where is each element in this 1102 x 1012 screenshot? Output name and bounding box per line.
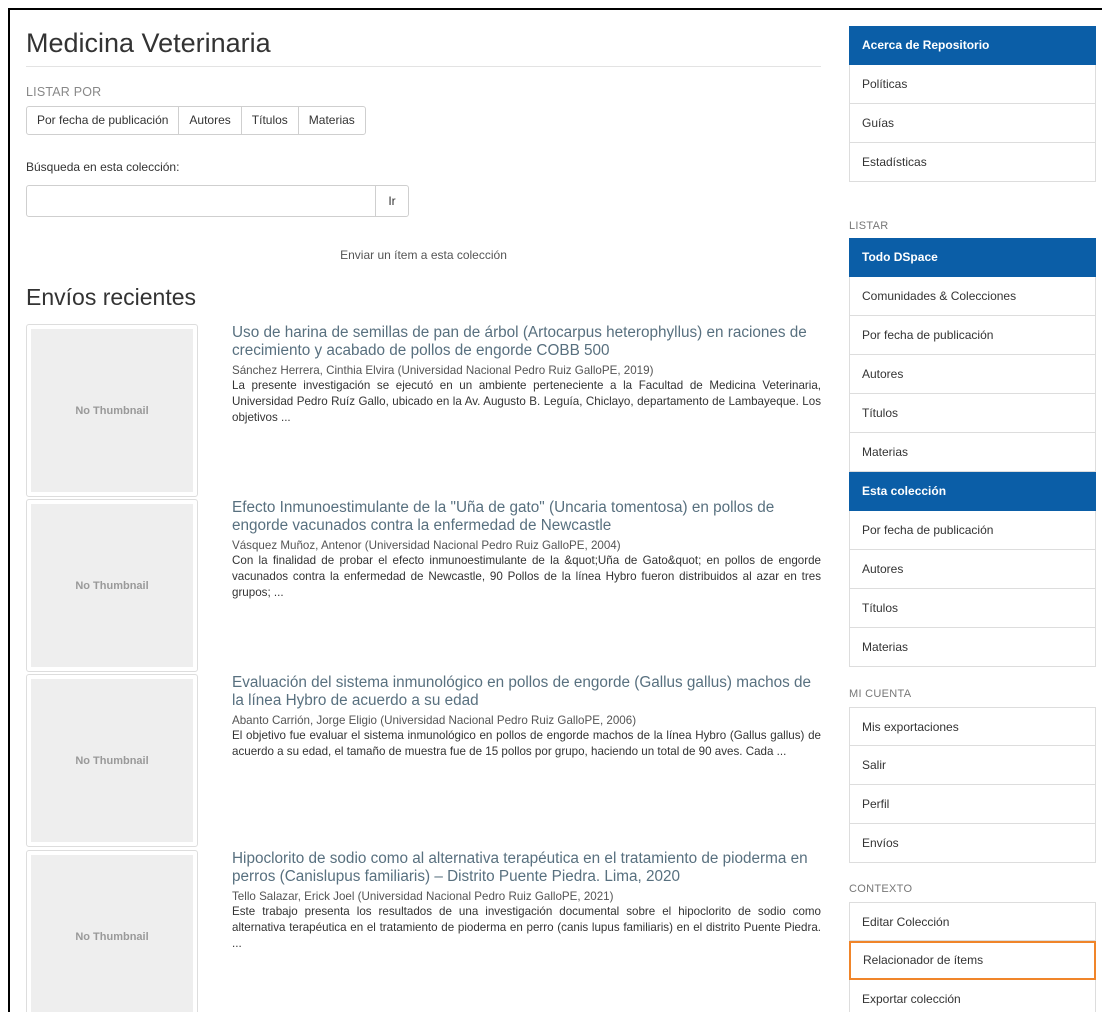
item-title-link[interactable]: Efecto Inmunoestimulante de la "Uña de g… bbox=[232, 499, 821, 535]
account-menu: Mis exportaciones Salir Perfil Envíos bbox=[849, 707, 1096, 863]
item-abstract: Con la finalidad de probar el efecto inm… bbox=[232, 554, 821, 599]
item-abstract: El objetivo fue evaluar el sistema inmun… bbox=[232, 729, 821, 758]
sidebar-item-all-titles[interactable]: Títulos bbox=[849, 394, 1096, 433]
item-title-link[interactable]: Evaluación del sistema inmunológico en p… bbox=[232, 674, 821, 710]
search-label: Búsqueda en esta colección: bbox=[26, 160, 180, 174]
list-item: No Thumbnail Evaluación del sistema inmu… bbox=[26, 674, 821, 854]
list-item: No Thumbnail Hipoclorito de sodio como a… bbox=[26, 850, 821, 1012]
item-title-link[interactable]: Uso de harina de semillas de pan de árbo… bbox=[232, 324, 821, 360]
sidebar-item-guides[interactable]: Guías bbox=[849, 104, 1096, 143]
item-meta: Tello Salazar, Erick Joel (Universidad N… bbox=[232, 890, 614, 903]
context-section-label: CONTEXTO bbox=[849, 883, 913, 895]
sidebar-item-all-subjects[interactable]: Materias bbox=[849, 433, 1096, 472]
browse-by-author-button[interactable]: Autores bbox=[178, 106, 242, 135]
about-menu: Acerca de Repositorio Políticas Guías Es… bbox=[849, 26, 1096, 182]
sidebar-item-collection-authors[interactable]: Autores bbox=[849, 550, 1096, 589]
browse-label: LISTAR POR bbox=[26, 85, 102, 99]
thumbnail-placeholder: No Thumbnail bbox=[31, 504, 193, 667]
sidebar-item-exports[interactable]: Mis exportaciones bbox=[849, 707, 1096, 746]
sidebar-item-collection-by-date[interactable]: Por fecha de publicación bbox=[849, 511, 1096, 550]
sidebar-item-communities[interactable]: Comunidades & Colecciones bbox=[849, 277, 1096, 316]
browse-menu: Todo DSpace Comunidades & Colecciones Po… bbox=[849, 238, 1096, 667]
sidebar-item-collection-titles[interactable]: Títulos bbox=[849, 589, 1096, 628]
thumbnail-link[interactable]: No Thumbnail bbox=[26, 324, 198, 497]
sidebar-item-edit-collection[interactable]: Editar Colección bbox=[849, 902, 1096, 941]
thumbnail-placeholder: No Thumbnail bbox=[31, 855, 193, 1012]
browse-by-title-button[interactable]: Títulos bbox=[240, 106, 299, 135]
sidebar-item-submissions[interactable]: Envíos bbox=[849, 824, 1096, 863]
sidebar-item-statistics[interactable]: Estadísticas bbox=[849, 143, 1096, 182]
item-body: Hipoclorito de sodio como al alternativa… bbox=[232, 850, 821, 952]
list-item: No Thumbnail Efecto Inmunoestimulante de… bbox=[26, 499, 821, 679]
item-body: Uso de harina de semillas de pan de árbo… bbox=[232, 324, 821, 426]
browse-section-label: LISTAR bbox=[849, 220, 889, 232]
account-section-label: MI CUENTA bbox=[849, 688, 912, 700]
sidebar-item-profile[interactable]: Perfil bbox=[849, 785, 1096, 824]
this-collection-header: Esta colección bbox=[849, 472, 1096, 511]
context-menu: Editar Colección Relacionador de ítems E… bbox=[849, 902, 1096, 1012]
sidebar-item-export-collection[interactable]: Exportar colección bbox=[849, 980, 1096, 1012]
search-input[interactable] bbox=[26, 185, 376, 217]
title-divider bbox=[26, 66, 821, 67]
thumbnail-placeholder: No Thumbnail bbox=[31, 679, 193, 842]
sidebar-item-policies[interactable]: Políticas bbox=[849, 65, 1096, 104]
item-meta: Sánchez Herrera, Cinthia Elvira (Univers… bbox=[232, 364, 654, 377]
item-meta: Vásquez Muñoz, Antenor (Universidad Naci… bbox=[232, 539, 621, 552]
item-abstract: Este trabajo presenta los resultados de … bbox=[232, 905, 821, 950]
recent-submissions-title: Envíos recientes bbox=[26, 284, 197, 310]
page-frame: Medicina Veterinaria LISTAR POR Por fech… bbox=[8, 8, 1102, 1012]
search-button[interactable]: Ir bbox=[375, 185, 409, 217]
sidebar-item-item-mapper[interactable]: Relacionador de ítems bbox=[849, 941, 1096, 980]
sidebar-item-all-authors[interactable]: Autores bbox=[849, 355, 1096, 394]
thumbnail-link[interactable]: No Thumbnail bbox=[26, 850, 198, 1012]
browse-by-subject-button[interactable]: Materias bbox=[297, 106, 366, 135]
sidebar-item-logout[interactable]: Salir bbox=[849, 746, 1096, 785]
browse-by-date-button[interactable]: Por fecha de publicación bbox=[26, 106, 180, 135]
thumbnail-link[interactable]: No Thumbnail bbox=[26, 499, 198, 672]
item-body: Evaluación del sistema inmunológico en p… bbox=[232, 674, 821, 760]
item-abstract: La presente investigación se ejecutó en … bbox=[232, 379, 821, 424]
thumbnail-link[interactable]: No Thumbnail bbox=[26, 674, 198, 847]
submit-item-link[interactable]: Enviar un ítem a esta colección bbox=[26, 248, 821, 262]
about-header: Acerca de Repositorio bbox=[849, 26, 1096, 65]
item-body: Efecto Inmunoestimulante de la "Uña de g… bbox=[232, 499, 821, 601]
item-title-link[interactable]: Hipoclorito de sodio como al alternativa… bbox=[232, 850, 821, 886]
browse-button-group: Por fecha de publicación Autores Títulos… bbox=[26, 106, 366, 135]
page-title: Medicina Veterinaria bbox=[26, 28, 271, 58]
all-dspace-header: Todo DSpace bbox=[849, 238, 1096, 277]
sidebar-item-collection-subjects[interactable]: Materias bbox=[849, 628, 1096, 667]
list-item: No Thumbnail Uso de harina de semillas d… bbox=[26, 324, 821, 504]
thumbnail-placeholder: No Thumbnail bbox=[31, 329, 193, 492]
item-meta: Abanto Carrión, Jorge Eligio (Universida… bbox=[232, 714, 637, 727]
sidebar-item-all-by-date[interactable]: Por fecha de publicación bbox=[849, 316, 1096, 355]
